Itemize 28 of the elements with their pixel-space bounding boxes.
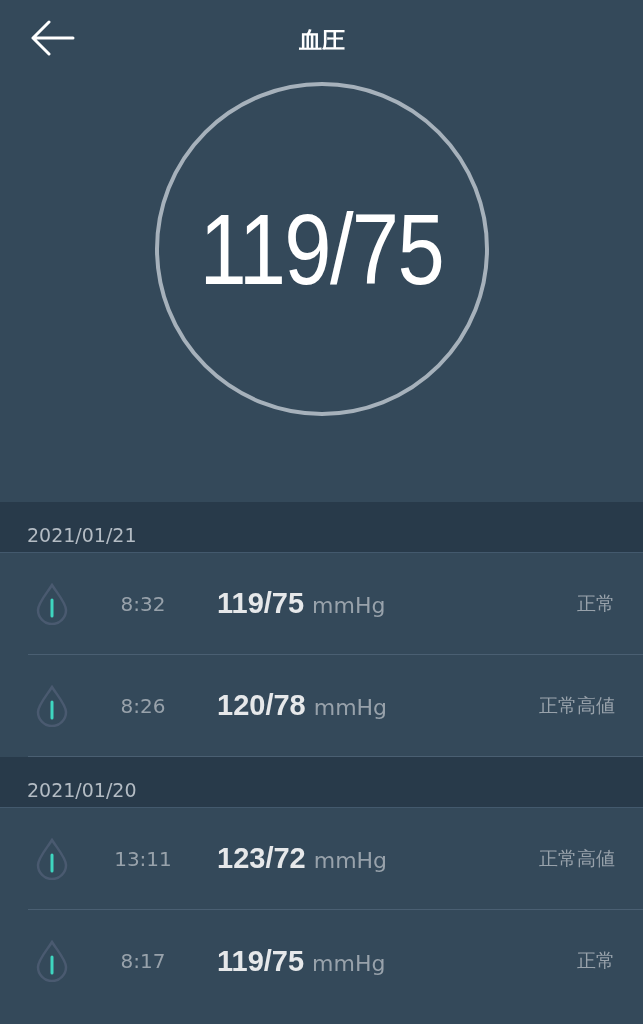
record-time: 8:32	[119, 591, 167, 616]
back-arrow-icon[interactable]	[31, 20, 75, 56]
date-header: 2021/01/21	[0, 502, 643, 553]
record-time: 13:11	[113, 846, 173, 871]
record-status: 正常	[577, 590, 615, 616]
record-status: 正常	[577, 948, 615, 973]
record-unit: mmHg	[313, 695, 388, 720]
record-unit: mmHg	[312, 950, 386, 976]
droplet-icon	[35, 684, 69, 727]
record-value: 123/72	[217, 842, 306, 875]
record-value: 120/78	[217, 689, 306, 722]
record-value: 119/75	[217, 944, 305, 978]
droplet-icon	[35, 837, 69, 880]
record-status: 正常高値	[539, 845, 615, 871]
record-row[interactable]: 13:11 123/72 mmHg 正常高値	[28, 808, 643, 910]
record-unit: mmHg	[313, 848, 388, 873]
droplet-icon	[35, 582, 69, 625]
droplet-icon	[35, 940, 69, 982]
record-time: 8:26	[119, 693, 167, 718]
record-row[interactable]: 8:17 119/75 mmHg 正常	[28, 910, 643, 1012]
current-reading: 119/75	[199, 191, 444, 307]
record-value: 119/75	[217, 587, 305, 620]
record-time: 8:17	[119, 949, 167, 973]
record-unit: mmHg	[312, 593, 386, 618]
record-row[interactable]: 8:32 119/75 mmHg 正常	[28, 553, 643, 655]
date-header: 2021/01/20	[0, 757, 643, 808]
record-status: 正常高値	[539, 692, 615, 718]
page-title: 血圧	[298, 25, 345, 55]
